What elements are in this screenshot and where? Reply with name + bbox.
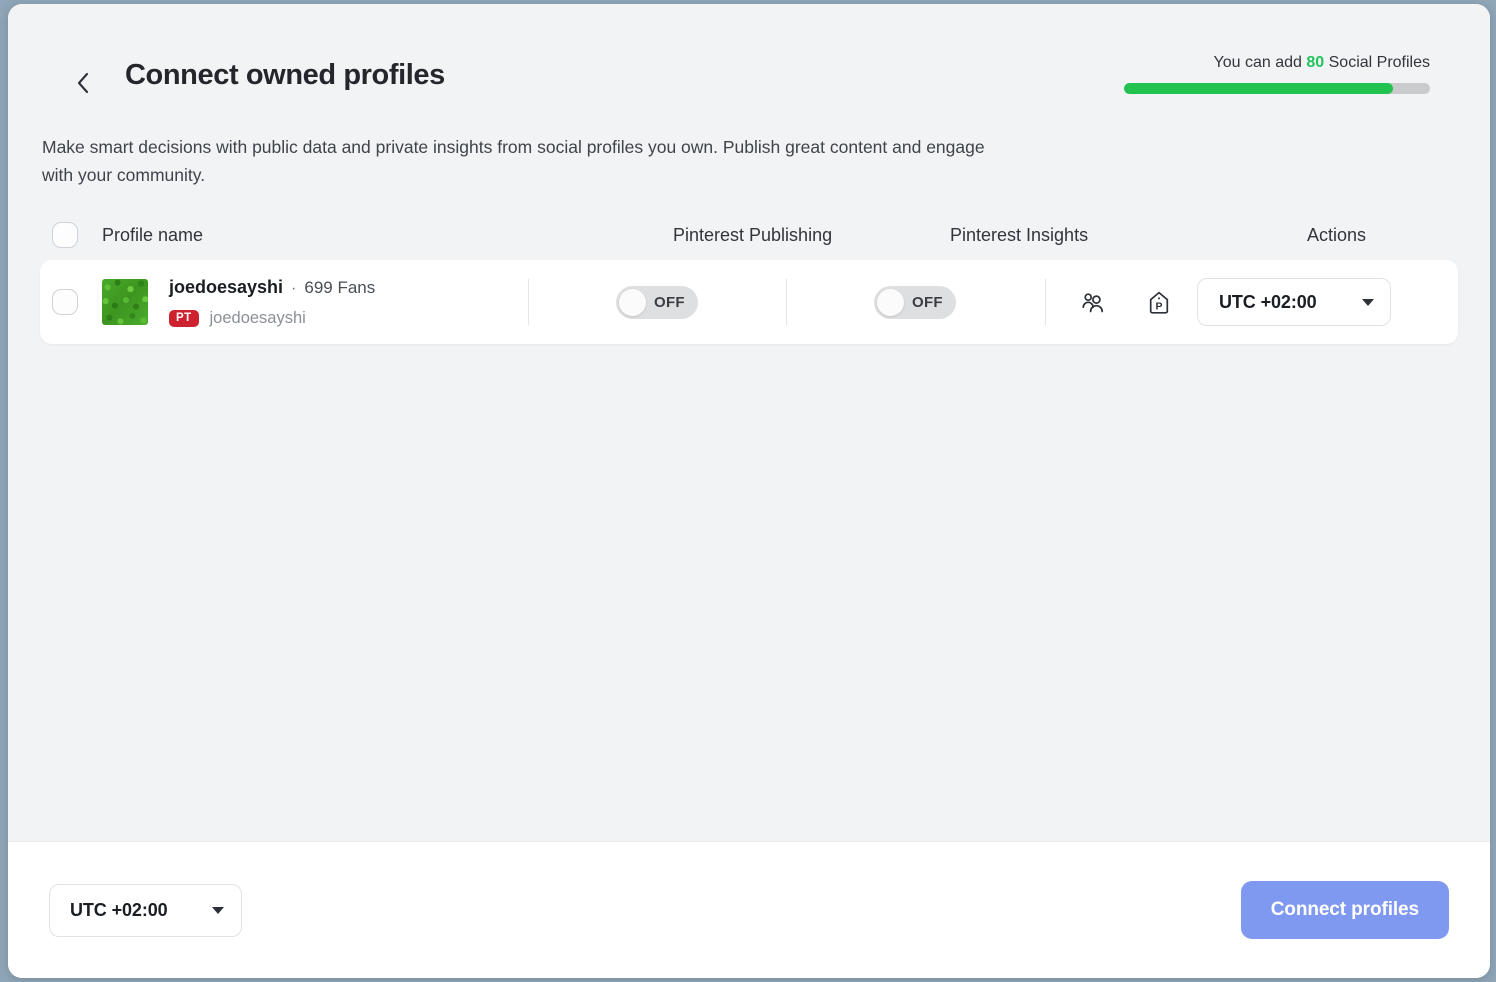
- back-button[interactable]: [66, 66, 100, 100]
- members-icon[interactable]: [1078, 288, 1108, 318]
- members-icon-glyph: [1080, 290, 1106, 316]
- column-header-actions: Actions: [1307, 225, 1366, 246]
- column-header-publishing: Pinterest Publishing: [673, 225, 832, 246]
- footer-timezone-select[interactable]: UTC +02:00: [49, 884, 242, 937]
- quota-block: You can add 80 Social Profiles: [1124, 52, 1430, 94]
- quota-prefix: You can add: [1214, 54, 1307, 71]
- insights-toggle-label: OFF: [912, 294, 943, 311]
- quota-text: You can add 80 Social Profiles: [1124, 52, 1430, 74]
- row-timezone-select[interactable]: UTC +02:00: [1197, 278, 1391, 326]
- profile-primary-line: joedoesayshi · 699 Fans: [169, 276, 375, 300]
- content-area: Connect owned profiles You can add 80 So…: [8, 4, 1490, 841]
- board-icon-glyph: P: [1146, 290, 1172, 316]
- footer-timezone-value: UTC +02:00: [70, 900, 168, 921]
- profile-name: joedoesayshi: [169, 276, 283, 298]
- table-header: Profile name Pinterest Publishing Pinter…: [40, 218, 1458, 252]
- row-select-checkbox[interactable]: [52, 289, 78, 315]
- quota-suffix: Social Profiles: [1324, 54, 1430, 71]
- page-title: Connect owned profiles: [125, 56, 445, 94]
- toggle-knob: [619, 289, 646, 316]
- profile-fans-count: 699 Fans: [304, 277, 375, 299]
- footer-bar: UTC +02:00 Connect profiles: [8, 841, 1490, 978]
- connect-profiles-button[interactable]: Connect profiles: [1241, 881, 1449, 939]
- quota-progress-track[interactable]: [1124, 83, 1430, 94]
- profile-secondary-line: PT joedoesayshi: [169, 309, 375, 328]
- page-description: Make smart decisions with public data an…: [42, 133, 992, 189]
- toggle-knob: [877, 289, 904, 316]
- connect-profiles-window: Connect owned profiles You can add 80 So…: [8, 4, 1490, 978]
- publishing-toggle[interactable]: OFF: [616, 286, 698, 319]
- quota-count: 80: [1306, 54, 1324, 71]
- avatar: [102, 279, 148, 325]
- column-header-profile-name: Profile name: [102, 225, 203, 246]
- chevron-down-icon: [212, 907, 224, 914]
- row-timezone-value: UTC +02:00: [1219, 292, 1317, 313]
- column-header-insights: Pinterest Insights: [950, 225, 1088, 246]
- page-header: Connect owned profiles You can add 80 So…: [40, 4, 1458, 100]
- network-badge-pinterest: PT: [169, 310, 199, 327]
- board-icon[interactable]: P: [1144, 288, 1174, 318]
- column-divider: [1045, 279, 1046, 325]
- row-checkbox-wrapper: [52, 289, 78, 315]
- chevron-left-icon: [75, 71, 91, 95]
- svg-text:P: P: [1155, 300, 1162, 312]
- insights-toggle[interactable]: OFF: [874, 286, 956, 319]
- profile-separator: ·: [291, 278, 296, 300]
- quota-progress-fill: [1124, 83, 1393, 94]
- profile-info: joedoesayshi · 699 Fans PT joedoesayshi: [169, 276, 375, 328]
- profile-handle: joedoesayshi: [210, 309, 306, 328]
- column-divider: [786, 279, 787, 325]
- table-row[interactable]: joedoesayshi · 699 Fans PT joedoesayshi …: [40, 260, 1458, 344]
- column-divider: [528, 279, 529, 325]
- chevron-down-icon: [1362, 299, 1374, 306]
- table-header-columns: Profile name Pinterest Publishing Pinter…: [78, 218, 1458, 252]
- select-all-checkbox[interactable]: [52, 222, 78, 248]
- publishing-toggle-label: OFF: [654, 294, 685, 311]
